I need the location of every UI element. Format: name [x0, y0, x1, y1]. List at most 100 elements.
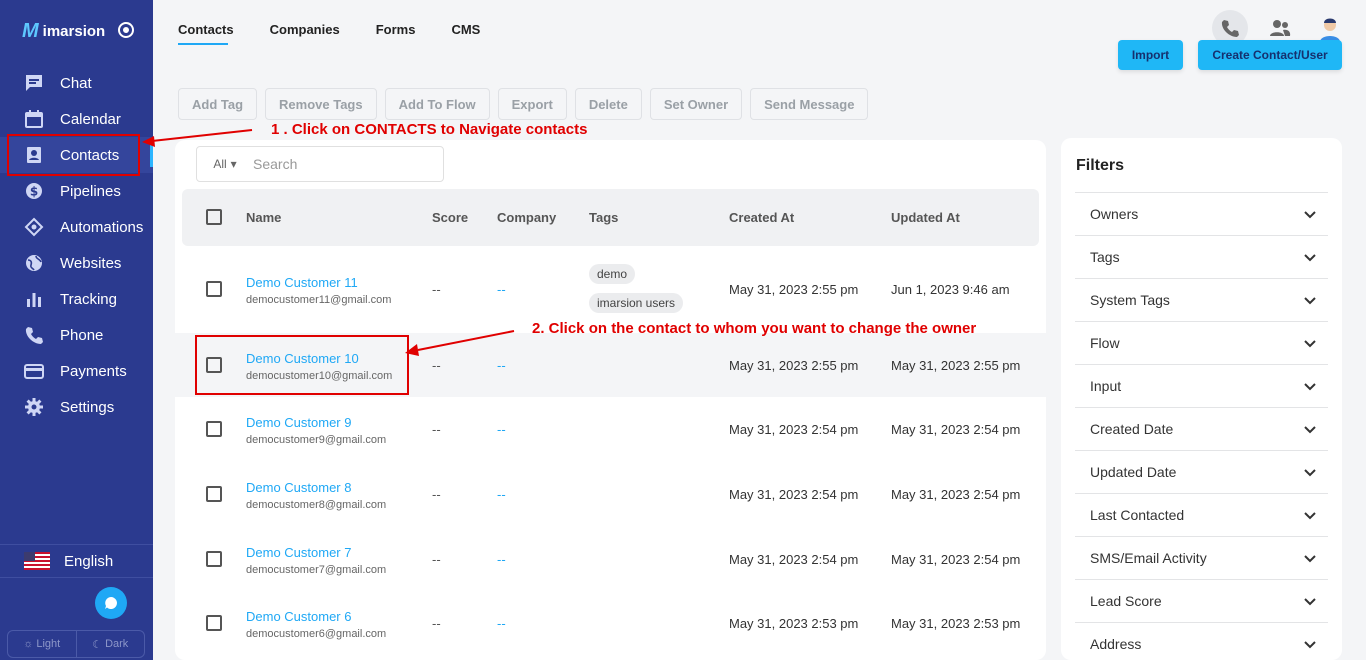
header-name[interactable]: Name — [246, 210, 281, 225]
support-chat-button[interactable] — [95, 587, 127, 619]
contact-score: -- — [432, 422, 441, 437]
filter-lead-score[interactable]: Lead Score — [1075, 579, 1328, 622]
contact-company-link[interactable]: -- — [497, 282, 506, 297]
contact-company-link[interactable]: -- — [497, 358, 506, 373]
theme-dark-label: Dark — [105, 638, 129, 650]
contact-name-link[interactable]: Demo Customer 8 — [246, 480, 351, 495]
filter-tags[interactable]: Tags — [1075, 235, 1328, 278]
tab-cms[interactable]: CMS — [451, 22, 480, 45]
header-company[interactable]: Company — [497, 210, 556, 225]
automation-icon — [24, 217, 44, 237]
filter-list: Owners Tags System Tags Flow Input Creat… — [1075, 192, 1328, 660]
contact-company-link[interactable]: -- — [497, 422, 506, 437]
chevron-down-icon — [1304, 292, 1316, 308]
row-checkbox[interactable] — [206, 281, 222, 297]
header-created-at[interactable]: Created At — [729, 210, 794, 225]
filter-system-tags[interactable]: System Tags — [1075, 278, 1328, 321]
header-tags[interactable]: Tags — [589, 210, 618, 225]
contact-company-link[interactable]: -- — [497, 552, 506, 567]
row-checkbox[interactable] — [206, 486, 222, 502]
contact-updated-at: May 31, 2023 2:55 pm — [891, 358, 1021, 373]
contact-email: democustomer11@gmail.com — [246, 294, 392, 306]
filter-sms-email-activity[interactable]: SMS/Email Activity — [1075, 536, 1328, 579]
sidebar-item-tracking[interactable]: Tracking — [0, 281, 153, 317]
row-checkbox[interactable] — [206, 551, 222, 567]
sidebar-item-label: Settings — [60, 398, 115, 416]
contact-company-link[interactable]: -- — [497, 616, 506, 631]
header-updated-at[interactable]: Updated At — [891, 210, 960, 225]
filter-created-date[interactable]: Created Date — [1075, 407, 1328, 450]
sidebar-item-calendar[interactable]: Calendar — [0, 101, 153, 137]
language-selector[interactable]: English — [0, 544, 153, 578]
sidebar-item-automations[interactable]: Automations — [0, 209, 153, 245]
sidebar-item-payments[interactable]: Payments — [0, 353, 153, 389]
bulk-actions-toolbar: Add Tag Remove Tags Add To Flow Export D… — [178, 88, 869, 120]
export-button[interactable]: Export — [497, 88, 567, 120]
send-message-button[interactable]: Send Message — [750, 88, 869, 120]
set-owner-button[interactable]: Set Owner — [649, 88, 743, 120]
brand-logo[interactable]: M imarsion — [22, 20, 105, 43]
contact-email: democustomer6@gmail.com — [246, 628, 387, 640]
sidebar-item-label: Websites — [60, 254, 122, 272]
table-row[interactable]: Demo Customer 7 democustomer7@gmail.com … — [175, 527, 1046, 591]
filters-panel: Filters Owners Tags System Tags Flow Inp… — [1061, 138, 1342, 660]
create-contact-button[interactable]: Create Contact/User — [1198, 40, 1342, 70]
sidebar-item-chat[interactable]: Chat — [0, 65, 153, 101]
contact-email: democustomer7@gmail.com — [246, 564, 387, 576]
table-row[interactable]: Demo Customer 9 democustomer9@gmail.com … — [175, 397, 1046, 461]
tab-contacts[interactable]: Contacts — [178, 22, 234, 45]
filter-flow[interactable]: Flow — [1075, 321, 1328, 364]
contact-created-at: May 31, 2023 2:54 pm — [729, 487, 859, 502]
table-row[interactable]: Demo Customer 8 democustomer8@gmail.com … — [175, 462, 1046, 526]
contact-name-link[interactable]: Demo Customer 7 — [246, 545, 351, 560]
contacts-table-card: All ▾ Name Score Company Tags Created At… — [175, 140, 1046, 660]
phone-icon — [24, 325, 44, 345]
tab-companies[interactable]: Companies — [270, 22, 340, 45]
contact-score: -- — [432, 552, 441, 567]
contact-name-link[interactable]: Demo Customer 6 — [246, 609, 351, 624]
table-row[interactable]: Demo Customer 11 democustomer11@gmail.co… — [175, 257, 1046, 321]
filter-owners[interactable]: Owners — [1075, 192, 1328, 235]
sidebar-nav: Chat Calendar Contacts $ Pipelines Autom… — [0, 65, 153, 425]
theme-dark-button[interactable]: ☾ Dark — [75, 631, 145, 657]
contact-created-at: May 31, 2023 2:55 pm — [729, 282, 859, 297]
add-to-flow-button[interactable]: Add To Flow — [384, 88, 490, 120]
contact-updated-at: May 31, 2023 2:54 pm — [891, 552, 1021, 567]
table-row[interactable]: Demo Customer 6 democustomer6@gmail.com … — [175, 591, 1046, 655]
sidebar-item-phone[interactable]: Phone — [0, 317, 153, 353]
filter-address[interactable]: Address — [1075, 622, 1328, 660]
chevron-down-icon — [1304, 335, 1316, 351]
contact-name-link[interactable]: Demo Customer 9 — [246, 415, 351, 430]
sidebar-item-websites[interactable]: Websites — [0, 245, 153, 281]
filter-input[interactable]: Input — [1075, 364, 1328, 407]
row-checkbox[interactable] — [206, 421, 222, 437]
chat-bubble-icon — [105, 597, 117, 609]
header-score[interactable]: Score — [432, 210, 468, 225]
dollar-icon: $ — [24, 181, 44, 201]
sidebar-item-pipelines[interactable]: $ Pipelines — [0, 173, 153, 209]
tab-forms[interactable]: Forms — [376, 22, 416, 45]
filter-updated-date[interactable]: Updated Date — [1075, 450, 1328, 493]
search-filter-select[interactable]: All ▾ — [197, 147, 253, 181]
bar-chart-icon — [24, 289, 44, 309]
contact-score: -- — [432, 282, 441, 297]
table-header: Name Score Company Tags Created At Updat… — [182, 189, 1039, 246]
add-tag-button[interactable]: Add Tag — [178, 88, 258, 120]
row-checkbox[interactable] — [206, 615, 222, 631]
contact-name-link[interactable]: Demo Customer 11 — [246, 275, 358, 290]
select-all-checkbox[interactable] — [206, 209, 222, 225]
target-icon[interactable] — [118, 22, 134, 38]
search-input[interactable] — [253, 156, 423, 172]
remove-tags-button[interactable]: Remove Tags — [265, 88, 377, 120]
contact-company-link[interactable]: -- — [497, 487, 506, 502]
delete-button[interactable]: Delete — [574, 88, 642, 120]
sidebar-item-settings[interactable]: Settings — [0, 389, 153, 425]
import-button[interactable]: Import — [1118, 40, 1183, 70]
filter-last-contacted[interactable]: Last Contacted — [1075, 493, 1328, 536]
annotation-step-2: 2. Click on the contact to whom you want… — [532, 320, 977, 337]
chevron-down-icon — [1304, 507, 1316, 523]
chevron-down-icon — [1304, 378, 1316, 394]
contact-updated-at: May 31, 2023 2:54 pm — [891, 487, 1021, 502]
contact-updated-at: May 31, 2023 2:54 pm — [891, 422, 1021, 437]
theme-light-button[interactable]: ☼ Light — [8, 631, 76, 657]
